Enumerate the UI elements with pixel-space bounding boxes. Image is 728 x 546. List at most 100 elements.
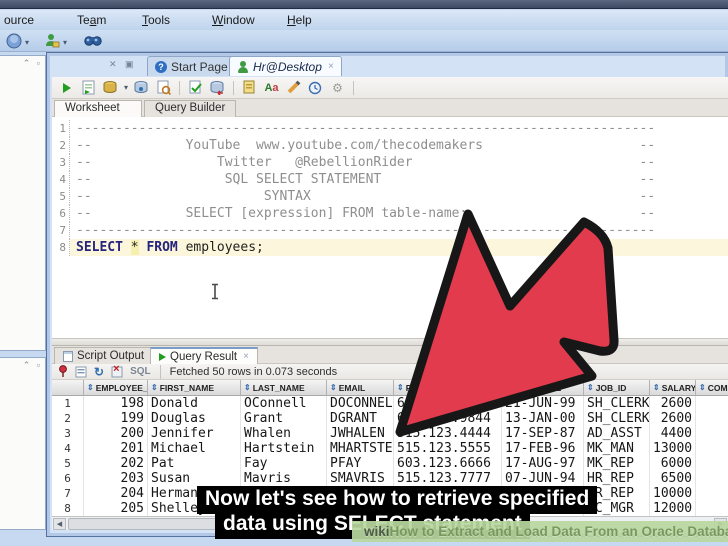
commit-button[interactable] — [187, 80, 204, 96]
menu-item-ource[interactable]: ource — [0, 12, 38, 28]
autotrace-button[interactable] — [102, 80, 119, 96]
back-dropdown-caret[interactable]: ▾ — [25, 38, 29, 47]
scroll-left-icon[interactable]: ◀ — [53, 518, 66, 530]
sql-label[interactable]: SQL — [130, 366, 151, 377]
cell: 07-JUN-94 — [502, 471, 584, 486]
sort-icon: ⇕ — [330, 382, 337, 392]
column-header-commission_pct[interactable]: ⇕COMMISSION_PCT — [696, 380, 728, 396]
pin-icon[interactable] — [58, 365, 68, 378]
connection-icon[interactable] — [44, 33, 60, 49]
cell: SH_CLERK — [584, 411, 650, 426]
cell: 21-JUN-99 — [502, 396, 584, 411]
cell: 4400 — [650, 426, 696, 441]
explain-plan-button[interactable] — [133, 80, 150, 96]
settings-icon[interactable]: ⚙ — [329, 80, 346, 96]
results-tab-bar: Script Output × Query Result × — [52, 346, 728, 364]
cell: 2600 — [650, 396, 696, 411]
watermark-title: How to Extract and Load Data From an Ora… — [389, 524, 728, 539]
close-icon[interactable]: × — [328, 61, 334, 72]
tab-label: Worksheet — [65, 102, 120, 114]
cell: 650.507.9844 — [394, 411, 502, 426]
column-header-email[interactable]: ⇕ EMAIL — [327, 380, 394, 396]
sql-developer-window: ource Team Tools Window Help ▾ ▾ ⌃ ▫ ⌃ ▫ ✕ ▣… — [0, 0, 728, 546]
editor-line: 5 -- SYNTAX -- — [52, 188, 728, 205]
line-number: 6 — [52, 205, 70, 222]
tab-label: Start Page — [171, 59, 228, 74]
panel-collapse-controls[interactable]: ⌃ ▫ — [23, 360, 42, 371]
tab-query-result[interactable]: Query Result × — [150, 347, 258, 364]
table-row[interactable]: 1 198 Donald OConnell DOCONNEL 650.507.9833 21… — [52, 396, 728, 411]
clear-button[interactable] — [285, 80, 302, 96]
tab-query-builder[interactable]: Query Builder — [144, 100, 237, 117]
rollback-button[interactable] — [209, 80, 226, 96]
cell: 650.507.9833 — [394, 396, 502, 411]
code-text: SELECT * FROM employees; — [76, 240, 264, 255]
menu-item-help[interactable]: Help — [283, 12, 316, 28]
column-header-job_id[interactable]: ⇕ JOB_ID — [584, 380, 650, 396]
connections-panel[interactable]: ⌃ ▫ — [0, 55, 46, 351]
run-statement-button[interactable] — [58, 80, 75, 96]
table-row[interactable]: 5 202 Pat Fay PFAY 603.123.6666 17-AUG-97 MK_RE… — [52, 456, 728, 471]
cell: 2 — [52, 411, 84, 426]
table-row[interactable]: 3 200 Jennifer Whalen JWHALEN 515.123.4444 17-… — [52, 426, 728, 441]
cell: Susan — [148, 471, 241, 486]
cell: SH_CLERK — [584, 396, 650, 411]
column-header-salary[interactable]: ⇕ SALARY — [650, 380, 696, 396]
refresh-icon[interactable]: ↻ — [94, 366, 104, 378]
to-upper-lower-case-button[interactable]: Aa — [263, 80, 280, 96]
tab-label: Query Builder — [155, 102, 226, 114]
window-titlebar[interactable] — [0, 0, 728, 9]
cell: AD_ASST — [584, 426, 650, 441]
panel-splitter[interactable] — [52, 338, 728, 346]
editor-line: 6 -- SELECT [expression] FROM table-name;… — [52, 205, 728, 222]
tab-label: Query Result — [170, 350, 238, 363]
connection-icon — [237, 60, 249, 73]
reports-panel[interactable]: ⌃ ▫ — [0, 357, 46, 530]
sql-history-button[interactable] — [307, 80, 324, 96]
menu-item-window[interactable]: Window — [208, 12, 259, 28]
tab-group-controls[interactable]: ✕ ▣ — [109, 59, 137, 70]
back-button[interactable] — [5, 33, 22, 49]
cell: Donald — [148, 396, 241, 411]
autotrace-dropdown-caret[interactable]: ▾ — [124, 83, 128, 92]
sql-editor[interactable]: 1 ---------------------------------------… — [52, 117, 728, 338]
column-header-employee_id[interactable]: ⇕EMPLOYEE_ID — [84, 380, 148, 396]
tab-worksheet[interactable]: Worksheet — [54, 100, 142, 117]
panel-collapse-controls[interactable]: ⌃ ▫ — [23, 58, 42, 69]
search-icon[interactable] — [84, 33, 102, 48]
cell: 8 — [52, 501, 84, 516]
editor-line: 7 ---------------------------------------… — [52, 222, 728, 239]
sql-tuning-button[interactable] — [155, 80, 172, 96]
column-header-last_name[interactable]: ⇕ LAST_NAME — [241, 380, 327, 396]
column-header-rownum[interactable] — [52, 380, 84, 396]
table-row[interactable]: 2 199 Douglas Grant DGRANT 650.507.9844 13-JAN… — [52, 411, 728, 426]
menu-item-team[interactable]: Team — [73, 12, 110, 28]
cell: Michael — [148, 441, 241, 456]
delete-icon[interactable]: × — [111, 363, 123, 378]
run-script-button[interactable] — [80, 80, 97, 96]
tab-hr-desktop[interactable]: Hr@Desktop × — [229, 56, 342, 76]
column-header-hire_date[interactable]: ⇕ HIRE_DATE — [502, 380, 584, 396]
column-header-first_name[interactable]: ⇕ FIRST_NAME — [148, 380, 241, 396]
cell — [696, 471, 728, 486]
close-icon[interactable]: × — [243, 351, 249, 362]
table-row[interactable]: 4 201 Michael Hartstein MHARTSTE 515.123.5555… — [52, 441, 728, 456]
unshared-worksheet-button[interactable] — [241, 80, 258, 96]
results-toolbar: ↻ × SQL Fetched 50 rows in 0.073 seconds — [52, 363, 728, 380]
line-number: 1 — [52, 120, 70, 137]
connection-dropdown-caret[interactable]: ▾ — [63, 38, 67, 47]
code-text: -- SELECT [expression] FROM table-name; … — [76, 206, 656, 221]
cell: Jennifer — [148, 426, 241, 441]
cell: 17-AUG-97 — [502, 456, 584, 471]
cell: MK_REP — [584, 456, 650, 471]
tab-label: Script Output — [77, 350, 145, 362]
menu-item-tools[interactable]: Tools — [138, 12, 174, 28]
column-header-phone_number[interactable]: ⇕ PHONE_NUMBER — [394, 380, 502, 396]
tab-script-output[interactable]: Script Output × — [54, 347, 165, 364]
cell: 200 — [84, 426, 148, 441]
cell: JWHALEN — [327, 426, 394, 441]
report-icon[interactable] — [75, 366, 87, 378]
table-row[interactable]: 6 203 Susan Mavris SMAVRIS 515.123.7777 07-JUN… — [52, 471, 728, 486]
cell: Whalen — [241, 426, 327, 441]
code-text: ----------------------------------------… — [76, 121, 656, 136]
